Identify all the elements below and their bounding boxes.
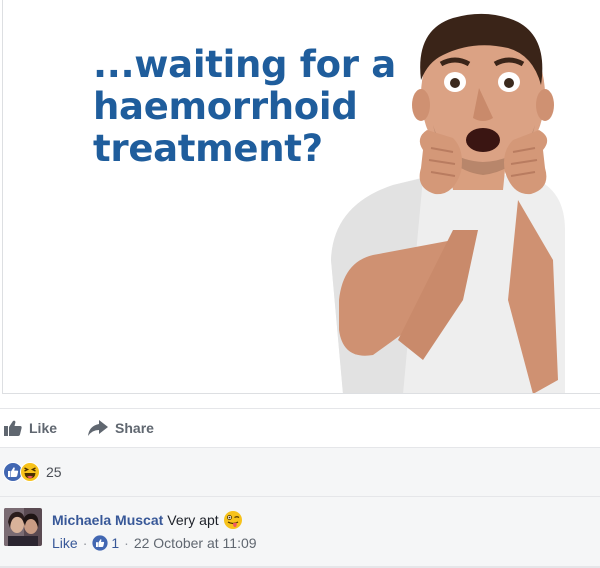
like-button[interactable]: Like (4, 409, 57, 447)
commenter-avatar[interactable] (4, 508, 42, 546)
reactions-summary[interactable]: 25 (0, 448, 600, 497)
comment-timestamp[interactable]: 22 October at 11:09 (134, 534, 257, 552)
meta-separator: · (82, 535, 88, 551)
scared-man-photo (331, 13, 565, 393)
reaction-icons (3, 462, 40, 482)
share-button[interactable]: Share (88, 409, 154, 447)
ad-image[interactable]: ...waiting for a haemorrhoid treatment? (2, 0, 600, 394)
like-reaction-icon (92, 535, 108, 551)
comment-like-count[interactable]: 1 (92, 534, 119, 552)
reaction-count[interactable]: 25 (46, 464, 62, 480)
comment-body: Michaela Muscat Very apt (52, 510, 243, 530)
facebook-post: ...waiting for a haemorrhoid treatment? (0, 0, 600, 568)
comment: Michaela Muscat Very apt Like · 1 · 22 O… (0, 497, 600, 568)
share-arrow-icon (88, 420, 109, 436)
winking-tongue-emoji-icon (223, 511, 242, 529)
haha-reaction-icon (20, 462, 40, 482)
thumbs-up-icon (4, 420, 22, 436)
comment-text: Very apt (167, 512, 219, 528)
comment-like-count-value: 1 (111, 535, 120, 551)
comment-author[interactable]: Michaela Muscat (52, 511, 163, 529)
post-action-bar: Like Share (0, 408, 600, 448)
comment-like-link[interactable]: Like (52, 534, 78, 552)
like-button-label: Like (29, 420, 58, 436)
avatar-photo (4, 508, 42, 546)
share-button-label: Share (115, 420, 154, 436)
comment-meta: Like · 1 · 22 October at 11:09 (52, 534, 257, 552)
meta-separator: · (124, 535, 129, 551)
